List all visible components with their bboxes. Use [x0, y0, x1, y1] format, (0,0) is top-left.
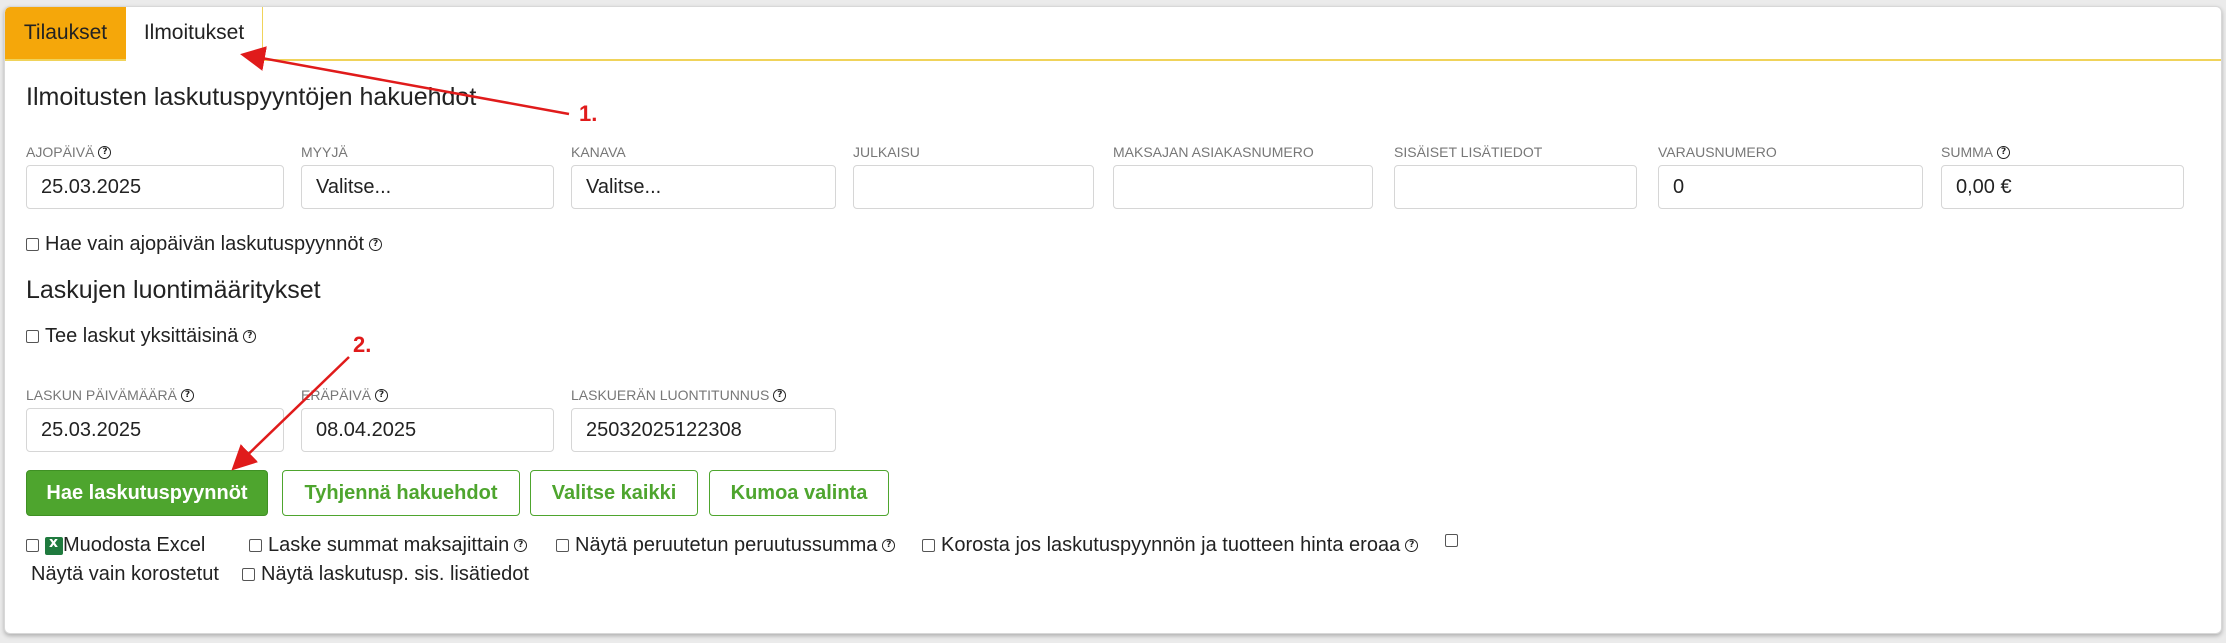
annotation-2: 2. — [353, 332, 372, 357]
field-julkaisu: JULKAISU — [853, 143, 1094, 209]
field-label: AJOPÄIVÄ — [26, 144, 95, 160]
maksaja-input[interactable] — [1113, 165, 1373, 209]
tab-bar: Tilaukset Ilmoitukset — [5, 7, 2221, 61]
field-label: JULKAISU — [853, 144, 920, 160]
field-label: MAKSAJAN ASIAKASNUMERO — [1113, 144, 1314, 160]
excel-checkbox[interactable] — [26, 539, 39, 552]
only-highlighted-option — [1445, 534, 1458, 547]
show-internal-checkbox[interactable] — [242, 568, 255, 581]
field-label: ERÄPÄIVÄ — [301, 387, 372, 403]
option-label: Hae vain ajopäivän laskutuspyynnöt — [45, 233, 365, 255]
field-laskun-pvm: LASKUN PÄIVÄMÄÄRÄ? 25.03.2025 — [26, 386, 284, 452]
highlight-checkbox[interactable] — [922, 539, 935, 552]
show-refund-checkbox[interactable] — [556, 539, 569, 552]
option-label: Näytä peruutetun peruutussumma — [575, 534, 878, 556]
field-label: VARAUSNUMERO — [1658, 144, 1777, 160]
field-varausnumero: VARAUSNUMERO 0 — [1658, 143, 1923, 209]
field-maksaja: MAKSAJAN ASIAKASNUMERO — [1113, 143, 1373, 209]
sum-by-payer-checkbox[interactable] — [249, 539, 262, 552]
undo-selection-button[interactable]: Kumoa valinta — [709, 470, 889, 516]
help-icon[interactable]: ? — [369, 238, 383, 251]
field-sisaiset: SISÄISET LISÄTIEDOT — [1394, 143, 1637, 209]
field-kanava: KANAVA Valitse... — [571, 143, 836, 209]
help-icon[interactable]: ? — [98, 145, 112, 159]
excel-icon — [45, 535, 63, 555]
option-label: Korosta jos laskutuspyynnön ja tuotteen … — [941, 534, 1401, 556]
myyja-select[interactable]: Valitse... — [301, 165, 554, 209]
summa-input[interactable]: 0,00 € — [1941, 165, 2184, 209]
annotation-1: 1. — [579, 101, 598, 126]
only-highlighted-checkbox[interactable] — [1445, 534, 1458, 547]
tab-ilmoitukset[interactable]: Ilmoitukset — [126, 7, 263, 61]
select-all-button[interactable]: Valitse kaikki — [530, 470, 698, 516]
help-icon[interactable]: ? — [243, 330, 257, 343]
individual-checkbox[interactable] — [26, 330, 39, 343]
field-label: LASKUN PÄIVÄMÄÄRÄ — [26, 387, 177, 403]
kanava-select[interactable]: Valitse... — [571, 165, 836, 209]
only-runday-option: Hae vain ajopäivän laskutuspyynnöt ? — [26, 233, 383, 256]
billing-panel: Tilaukset Ilmoitukset Ilmoitusten laskut… — [4, 6, 2222, 634]
varausnumero-input[interactable]: 0 — [1658, 165, 1923, 209]
search-button[interactable]: Hae laskutuspyynnöt — [26, 470, 268, 516]
option-label: Laske summat maksajittain — [268, 534, 510, 556]
field-luontitunnus: LASKUERÄN LUONTITUNNUS? 25032025122308 — [571, 386, 836, 452]
option-label: Näytä vain korostetut — [31, 563, 219, 585]
field-label: SUMMA — [1941, 144, 1994, 160]
field-label: KANAVA — [571, 144, 626, 160]
help-icon[interactable]: ? — [375, 388, 389, 402]
field-label: MYYJÄ — [301, 144, 348, 160]
field-label: LASKUERÄN LUONTITUNNUS — [571, 387, 770, 403]
sisaiset-input[interactable] — [1394, 165, 1637, 209]
help-icon[interactable]: ? — [1405, 539, 1419, 552]
julkaisu-input[interactable] — [853, 165, 1094, 209]
field-myyja: MYYJÄ Valitse... — [301, 143, 554, 209]
excel-option: Muodosta Excel — [26, 534, 205, 557]
help-icon[interactable]: ? — [514, 539, 528, 552]
show-refund-option: Näytä peruutetun peruutussumma ? — [556, 534, 896, 557]
clear-button[interactable]: Tyhjennä hakuehdot — [282, 470, 520, 516]
only-highlighted-label-row: Näytä vain korostetut — [31, 563, 219, 586]
help-icon[interactable]: ? — [773, 388, 787, 402]
field-ajopaiva: AJOPÄIVÄ? 25.03.2025 — [26, 143, 284, 209]
highlight-option: Korosta jos laskutuspyynnön ja tuotteen … — [922, 534, 1419, 557]
option-label: Tee laskut yksittäisinä — [45, 325, 239, 347]
only-runday-checkbox[interactable] — [26, 238, 39, 251]
help-icon[interactable]: ? — [1997, 145, 2011, 159]
individual-option: Tee laskut yksittäisinä ? — [26, 325, 257, 348]
field-summa: SUMMA? 0,00 € — [1941, 143, 2184, 209]
tab-tilaukset[interactable]: Tilaukset — [5, 7, 126, 59]
invoice-heading: Laskujen luontimääritykset — [26, 276, 321, 304]
option-label: Näytä laskutusp. sis. lisätiedot — [261, 563, 529, 585]
show-internal-option: Näytä laskutusp. sis. lisätiedot — [242, 563, 529, 586]
help-icon[interactable]: ? — [180, 388, 194, 402]
luontitunnus-input[interactable]: 25032025122308 — [571, 408, 836, 452]
erapaiva-input[interactable]: 08.04.2025 — [301, 408, 554, 452]
laskun-pvm-input[interactable]: 25.03.2025 — [26, 408, 284, 452]
help-icon[interactable]: ? — [882, 539, 896, 552]
field-label: SISÄISET LISÄTIEDOT — [1394, 144, 1543, 160]
field-erapaiva: ERÄPÄIVÄ? 08.04.2025 — [301, 386, 554, 452]
ajopaiva-input[interactable]: 25.03.2025 — [26, 165, 284, 209]
search-heading: Ilmoitusten laskutuspyyntöjen hakuehdot — [26, 83, 477, 111]
option-label: Muodosta Excel — [63, 534, 206, 556]
sum-by-payer-option: Laske summat maksajittain ? — [249, 534, 528, 557]
